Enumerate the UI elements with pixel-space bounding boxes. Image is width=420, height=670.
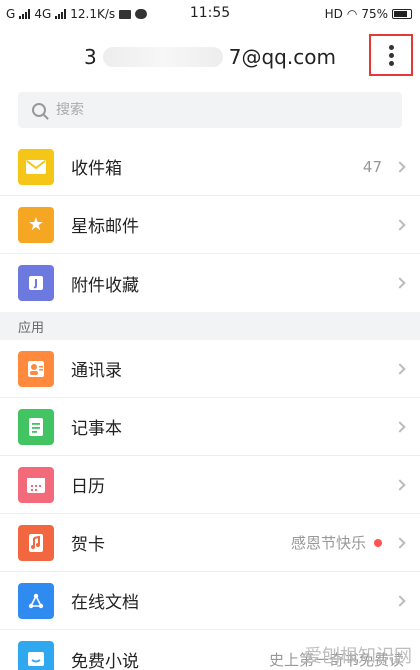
search-bar[interactable] xyxy=(18,92,402,128)
mail-list: 收件箱 47 ★ 星标邮件 附件收藏 xyxy=(0,138,420,312)
chevron-right-icon xyxy=(394,594,406,607)
chevron-right-icon xyxy=(394,160,406,173)
novel-icon xyxy=(18,641,54,670)
more-dots-icon xyxy=(388,44,394,50)
inbox-right: 47 xyxy=(362,157,406,176)
new-dot-badge xyxy=(374,538,382,547)
inbox-count: 47 xyxy=(362,157,382,176)
chevron-right-icon xyxy=(394,362,406,375)
email-redacted xyxy=(102,47,223,67)
chat-icon xyxy=(135,9,148,19)
search-area xyxy=(0,86,420,138)
header: 3 7@qq.com xyxy=(0,28,420,86)
row-inbox[interactable]: 收件箱 47 xyxy=(0,138,420,196)
signal-icon xyxy=(19,9,31,19)
online-docs-right xyxy=(390,594,406,607)
more-menu-button[interactable] xyxy=(369,34,413,76)
notebook-icon xyxy=(18,408,54,445)
watermark: 爱刨根知识网 xyxy=(304,646,412,667)
status-left: G 4G 12.1K/s xyxy=(6,7,148,21)
starred-label: 星标邮件 xyxy=(71,217,139,237)
row-online-docs[interactable]: 在线文档 xyxy=(0,572,420,630)
signal-icon-2 xyxy=(55,9,67,19)
row-notebook[interactable]: 记事本 xyxy=(0,398,420,456)
row-calendar[interactable]: 日历 xyxy=(0,456,420,514)
more-dot xyxy=(388,60,394,66)
contacts-right xyxy=(390,362,406,375)
section-apps: 应用 xyxy=(0,312,420,340)
speed-label: 12.1K/s xyxy=(70,7,116,21)
starred-right xyxy=(390,218,406,231)
contacts-label: 通讯录 xyxy=(71,361,122,381)
notebook-right xyxy=(390,420,406,433)
row-greeting-card[interactable]: 贺卡 感恩节快乐 xyxy=(0,514,420,572)
attachments-right xyxy=(390,277,406,289)
battery-icon xyxy=(392,9,412,19)
status-right: HD ◠ 75% xyxy=(325,7,412,21)
chevron-right-icon xyxy=(394,420,406,433)
network-label: 4G xyxy=(34,7,52,21)
row-starred[interactable]: ★ 星标邮件 xyxy=(0,196,420,254)
greeting-card-right: 感恩节快乐 xyxy=(290,532,406,553)
row-attachments[interactable]: 附件收藏 xyxy=(0,254,420,312)
search-icon xyxy=(32,103,46,117)
attachment-icon xyxy=(18,265,54,301)
battery-label: 75% xyxy=(361,7,388,21)
card-icon xyxy=(18,524,54,561)
chevron-right-icon xyxy=(394,277,406,289)
calendar-icon xyxy=(18,466,54,503)
document-icon xyxy=(18,582,54,619)
inbox-icon xyxy=(18,148,54,185)
chevron-right-icon xyxy=(394,536,406,549)
hd-label: HD xyxy=(324,7,343,21)
star-icon: ★ xyxy=(18,206,54,243)
notebook-label: 记事本 xyxy=(71,419,122,439)
greeting-card-subtitle: 感恩节快乐 xyxy=(290,534,366,552)
status-bar: G 4G 12.1K/s HD ◠ 75% xyxy=(0,0,420,28)
free-novel-label: 免费小说 xyxy=(71,651,139,670)
contacts-icon xyxy=(18,350,54,387)
app-list: 通讯录 记事本 日历 贺卡 感恩节快乐 在线文档 免费小说 史上第一奇书免费读 xyxy=(0,340,420,670)
online-docs-label: 在线文档 xyxy=(71,593,139,613)
row-contacts[interactable]: 通讯录 xyxy=(0,340,420,398)
inbox-label: 收件箱 xyxy=(71,159,122,179)
message-icon xyxy=(119,9,132,19)
attachments-label: 附件收藏 xyxy=(71,275,139,296)
account-email[interactable]: 3 7@qq.com xyxy=(84,45,336,69)
wifi-icon: ◠ xyxy=(346,7,358,21)
more-dot xyxy=(388,52,394,58)
calendar-label: 日历 xyxy=(71,477,105,497)
calendar-right xyxy=(390,478,406,491)
chevron-right-icon xyxy=(394,218,406,231)
chevron-right-icon xyxy=(394,478,406,491)
email-prefix: 3 xyxy=(84,45,97,69)
search-input[interactable] xyxy=(56,102,402,118)
email-suffix: 7@qq.com xyxy=(228,45,336,69)
greeting-card-label: 贺卡 xyxy=(71,535,105,555)
carrier-label: G xyxy=(6,7,16,21)
